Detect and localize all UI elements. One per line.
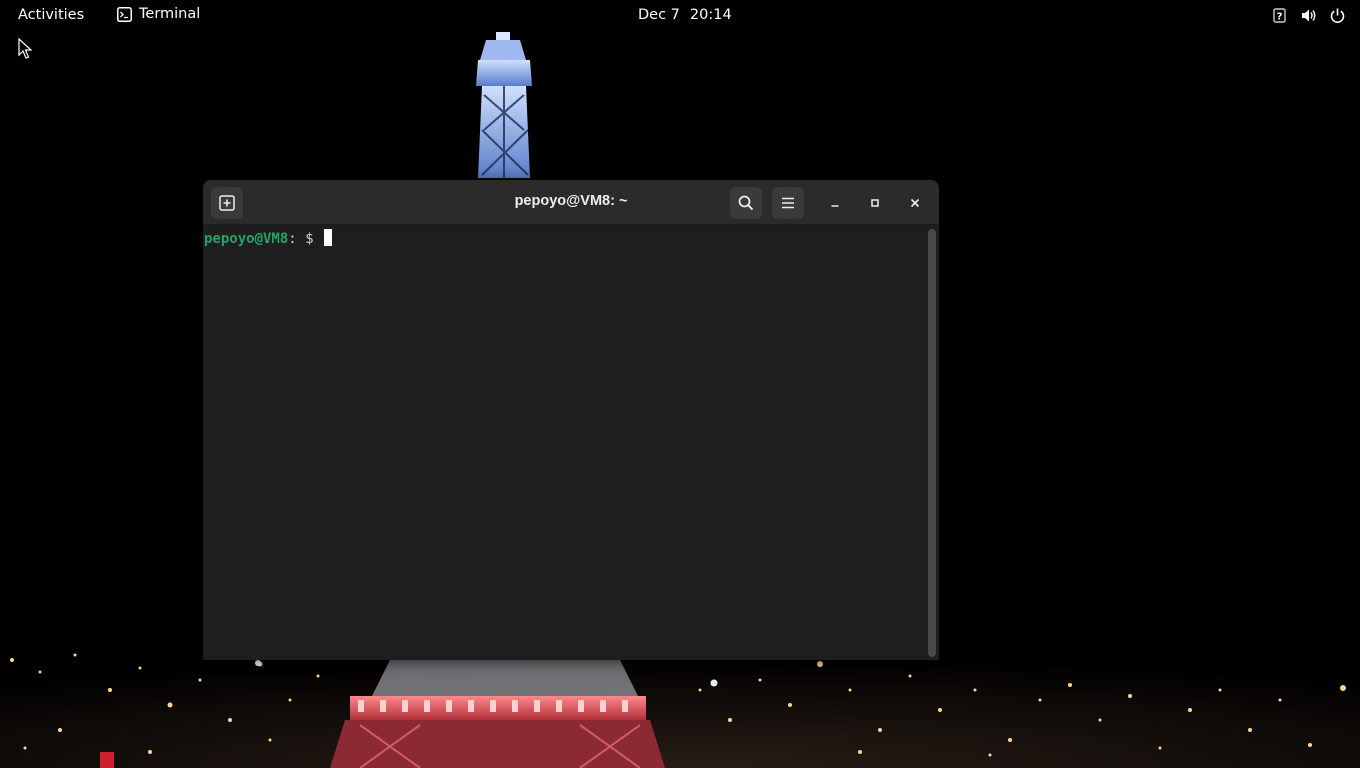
search-button[interactable]: [730, 187, 762, 219]
minimize-icon: [831, 205, 839, 207]
new-tab-button[interactable]: [211, 187, 243, 219]
terminal-output-area[interactable]: pepoyo@VM8: $: [203, 225, 939, 660]
accessibility-question-icon: ?: [1273, 8, 1286, 23]
new-tab-icon: [219, 195, 235, 211]
main-menu-button[interactable]: [772, 187, 804, 219]
mouse-pointer-icon: [18, 38, 32, 59]
prompt-line: pepoyo@VM8: $: [204, 229, 333, 247]
terminal-window[interactable]: pepoyo@VM8: ~ pepoyo@VM8: $: [203, 180, 939, 660]
desktop: Activities Terminal Dec 7 20:14 ? pepoyo…: [0, 0, 1360, 768]
close-icon: [910, 198, 920, 208]
terminal-app-icon: [117, 6, 132, 22]
minimize-button[interactable]: [822, 190, 848, 216]
terminal-scrollbar[interactable]: [928, 229, 936, 657]
system-status-menu[interactable]: ?: [1271, 7, 1346, 24]
prompt-user-host: pepoyo@VM8: [204, 231, 289, 247]
maximize-button[interactable]: [862, 190, 888, 216]
terminal-headerbar[interactable]: pepoyo@VM8: ~: [203, 180, 939, 225]
clock-button[interactable]: Dec 7 20:14: [638, 7, 732, 23]
volume-icon: [1302, 9, 1316, 22]
clock-time: 20:14: [689, 7, 732, 23]
maximize-icon: [871, 199, 879, 207]
hamburger-menu-icon: [782, 197, 794, 209]
prompt-symbol: : $: [288, 231, 323, 247]
power-icon: [1330, 8, 1345, 24]
app-menu-terminal[interactable]: Terminal: [117, 6, 200, 22]
svg-text:?: ?: [1277, 12, 1283, 23]
activities-button[interactable]: Activities: [18, 7, 84, 23]
top-bar: Activities Terminal Dec 7 20:14 ?: [0, 0, 1360, 32]
clock-date: Dec 7: [638, 7, 680, 23]
search-icon: [738, 195, 754, 211]
text-cursor: [324, 229, 333, 246]
app-menu-label: Terminal: [139, 6, 201, 22]
close-button[interactable]: [902, 190, 928, 216]
